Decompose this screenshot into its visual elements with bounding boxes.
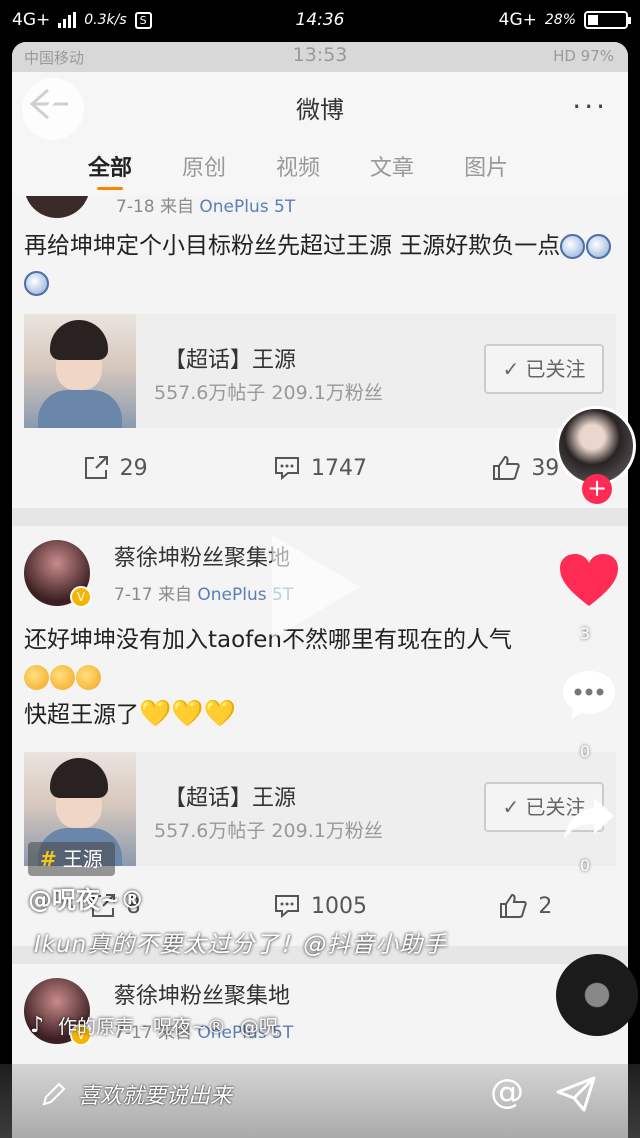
emoji-icon — [50, 665, 75, 690]
comment-icon — [274, 895, 299, 919]
action-rail: + 3 0 0 — [530, 0, 640, 1138]
comment-count: 0 — [579, 742, 591, 761]
comment-button[interactable]: 1005 — [217, 893, 422, 919]
share-count: 0 — [579, 856, 591, 875]
music-note-icon: ♪ — [30, 1013, 45, 1038]
post-source: OnePlus 5T — [199, 197, 296, 217]
follow-plus-icon[interactable]: + — [582, 474, 612, 504]
topic-title: 【超话】王源 — [164, 348, 297, 373]
music-author: @呪 — [239, 1016, 278, 1038]
post-date: 7-17 — [114, 585, 153, 605]
comment-bubble-icon[interactable] — [560, 668, 618, 722]
emoji-icon — [24, 665, 49, 690]
post-date: 7-18 — [116, 197, 155, 217]
author-name[interactable]: @呪夜~® — [28, 880, 144, 915]
repost-count: 29 — [119, 455, 148, 481]
post-from: 来自 — [158, 585, 192, 605]
hashtag-chip[interactable]: # 王源 — [28, 842, 115, 876]
post-meta: 7-18 来自 OnePlus 5T — [116, 196, 295, 217]
music-info[interactable]: ♪ 作的原声 - 呪夜~® @呪 — [30, 1012, 278, 1039]
like-count: 3 — [579, 624, 591, 643]
tab-original[interactable]: 原创 — [182, 138, 226, 196]
tab-video[interactable]: 视频 — [276, 138, 320, 196]
avatar[interactable]: V — [24, 540, 92, 608]
pencil-icon — [42, 1082, 66, 1106]
comment-count: 1747 — [310, 455, 367, 481]
repost-button[interactable]: 29 — [12, 454, 217, 482]
comment-input[interactable]: 喜欢就要说出来 — [40, 1078, 232, 1110]
music-disc-icon[interactable] — [556, 954, 638, 1036]
topic-thumbnail — [24, 314, 136, 428]
topic-stats: 557.6万帖子 209.1万粉丝 — [154, 820, 383, 842]
share-icon — [84, 456, 108, 479]
video-caption: Ikun真的不要太过分了！@抖音小助手 — [34, 932, 448, 958]
tab-article[interactable]: 文章 — [370, 138, 414, 196]
heart-icon[interactable] — [558, 552, 620, 608]
emoji-icon — [24, 271, 49, 296]
comment-icon — [274, 457, 299, 481]
super-topic-card[interactable]: 【超话】王源 557.6万帖子 209.1万粉丝 ✓ 已关注 — [24, 314, 616, 428]
post-from: 来自 — [160, 197, 194, 217]
tab-photo[interactable]: 图片 — [464, 138, 508, 196]
emoji-icon — [76, 665, 101, 690]
music-title: 作的原声 - 呪夜~® — [58, 1016, 226, 1038]
username[interactable]: 蔡徐坤粉丝聚集地 — [114, 978, 290, 1010]
avatar — [24, 196, 90, 218]
play-icon[interactable] — [272, 535, 360, 639]
gold-heart-emoji: 💛💛💛 — [139, 699, 237, 729]
topic-stats: 557.6万帖子 209.1万粉丝 — [154, 382, 383, 404]
username[interactable]: 蔡徐坤粉丝聚集地 — [114, 540, 290, 572]
at-icon[interactable]: @ — [490, 1072, 524, 1112]
like-icon — [493, 455, 520, 480]
back-circle-button[interactable] — [22, 78, 84, 140]
tab-all[interactable]: 全部 — [88, 138, 132, 196]
send-icon[interactable] — [556, 1076, 596, 1112]
post-meta: 7-17 来自 OnePlus 5T — [114, 580, 293, 605]
verified-icon: V — [70, 586, 92, 608]
share-arrow-icon[interactable] — [562, 796, 616, 842]
topic-title: 【超话】王源 — [164, 786, 297, 811]
chevron-left-icon — [43, 95, 60, 123]
comment-count: 1005 — [310, 893, 367, 919]
like-icon — [500, 893, 527, 918]
comment-button[interactable]: 1747 — [217, 455, 422, 481]
